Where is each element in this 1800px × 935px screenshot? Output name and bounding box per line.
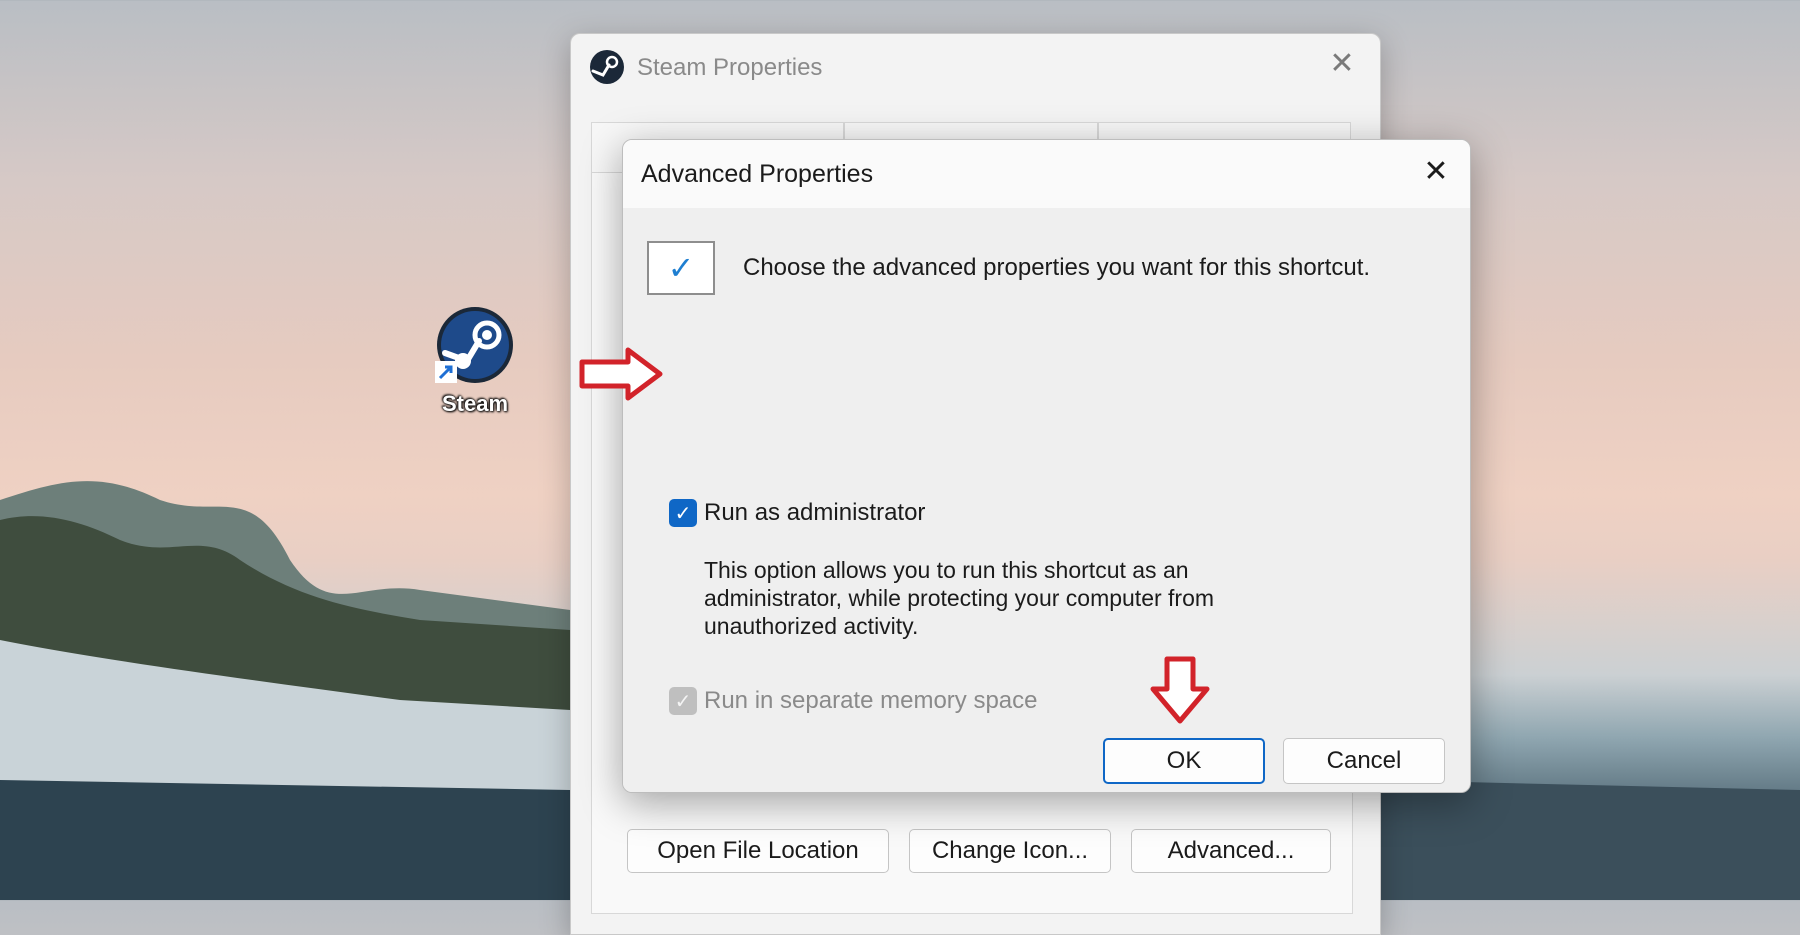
ok-button[interactable]: OK	[1103, 738, 1265, 784]
close-icon[interactable]: ✕	[1416, 154, 1456, 189]
advanced-properties-dialog: Advanced Properties ✕ ✓ Choose the advan…	[622, 139, 1471, 793]
red-arrow-icon	[1150, 656, 1210, 724]
steam-properties-button-row: Open File Location Change Icon... Advanc…	[627, 829, 1331, 873]
separate-memory-label: Run in separate memory space	[704, 687, 1038, 714]
steam-icon	[435, 307, 513, 383]
steam-properties-title: Steam Properties	[637, 54, 823, 81]
separate-memory-checkbox: ✓	[669, 687, 697, 715]
red-arrow-icon	[579, 347, 663, 401]
open-file-location-button[interactable]: Open File Location	[627, 829, 889, 873]
desktop-shortcut-steam[interactable]: Steam	[430, 305, 520, 417]
change-icon-button[interactable]: Change Icon...	[909, 829, 1111, 873]
advanced-properties-title: Advanced Properties	[641, 160, 874, 188]
advanced-properties-body: ✓ Choose the advanced properties you wan…	[623, 208, 1470, 792]
cancel-button[interactable]: Cancel	[1283, 738, 1445, 784]
advanced-properties-titlebar: Advanced Properties ✕	[623, 140, 1470, 208]
desktop-shortcut-label: Steam	[441, 391, 509, 416]
steam-icon	[590, 50, 624, 84]
advanced-button[interactable]: Advanced...	[1131, 829, 1331, 873]
close-icon[interactable]: ✕	[1322, 46, 1362, 81]
intro-text: Choose the advanced properties you want …	[743, 254, 1371, 281]
run-as-administrator-checkbox[interactable]: ✓	[669, 499, 697, 527]
run-as-administrator-label[interactable]: Run as administrator	[704, 499, 925, 527]
steam-properties-titlebar: Steam Properties ✕	[571, 34, 1380, 100]
run-as-administrator-description: This option allows you to run this short…	[704, 557, 1215, 639]
check-icon: ✓	[647, 241, 715, 295]
